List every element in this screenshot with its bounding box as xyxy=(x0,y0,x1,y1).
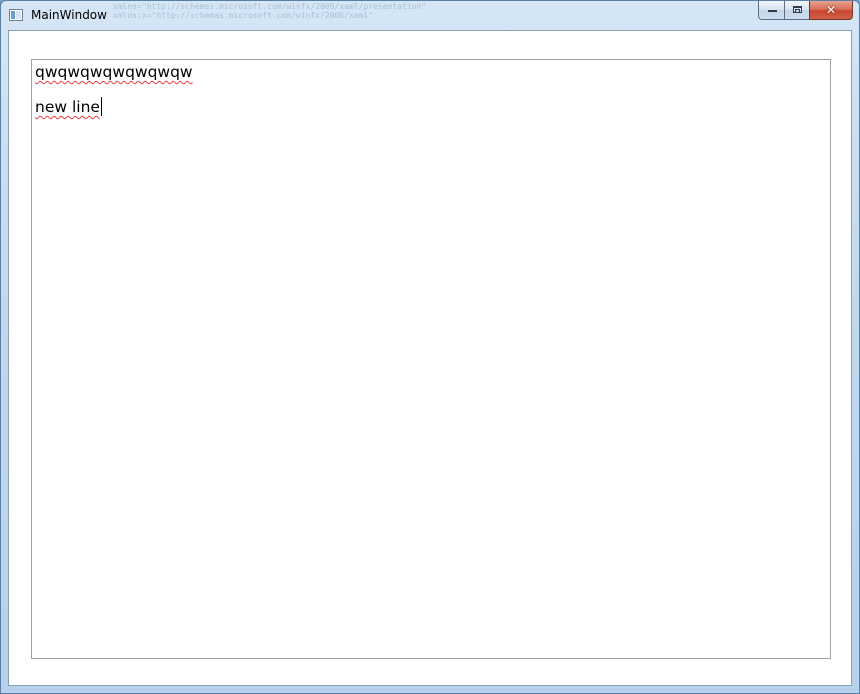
title-bar[interactable]: MainWindow xmlns="http://schemas.microso… xyxy=(1,1,859,29)
text-line[interactable]: qwqwqwqwqwqwqw xyxy=(35,63,193,81)
window-client-area: qwqwqwqwqwqwqw new line xyxy=(8,30,852,686)
misspelled-word[interactable]: qwqwqwqwqwqwqw xyxy=(35,63,193,81)
maximize-button[interactable] xyxy=(784,1,810,20)
minimize-button[interactable] xyxy=(758,1,785,20)
minimize-icon xyxy=(768,10,777,12)
ghost-line: xmlns:x="http://schemas.microsoft.com/wi… xyxy=(113,11,374,20)
misspelled-word[interactable]: new line xyxy=(35,98,100,116)
close-icon: ✕ xyxy=(825,3,837,17)
text-caret xyxy=(100,97,102,116)
background-ghost-text: xmlns="http://schemas.microsoft.com/winf… xyxy=(113,2,426,20)
text-line[interactable]: new line xyxy=(35,97,102,116)
close-button[interactable]: ✕ xyxy=(809,1,853,20)
rich-text-box[interactable]: qwqwqwqwqwqwqw new line xyxy=(31,59,831,659)
window-title: MainWindow xyxy=(31,8,107,22)
app-icon[interactable] xyxy=(9,9,23,21)
maximize-icon xyxy=(793,6,802,13)
ghost-line: xmlns="http://schemas.microsoft.com/winf… xyxy=(113,2,427,11)
main-window: MainWindow xmlns="http://schemas.microso… xyxy=(0,0,860,694)
caption-buttons: ✕ xyxy=(758,1,853,21)
